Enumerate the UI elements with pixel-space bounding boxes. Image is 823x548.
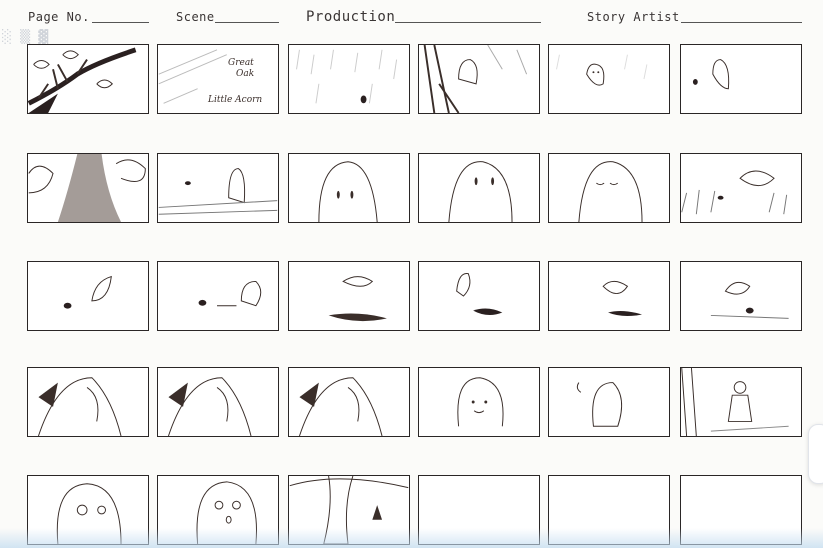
storyboard-panel-15[interactable] <box>288 261 410 331</box>
storyboard-panel-14[interactable] <box>157 261 279 331</box>
storyboard-panel-20[interactable] <box>157 367 279 437</box>
storyboard-panel-2[interactable]: Great Oak Little Acorn <box>157 44 279 114</box>
storyboard-panel-11[interactable] <box>548 153 670 223</box>
leaf-closeup-sketch <box>318 161 378 222</box>
leaf-closeup-sketch-2 <box>448 161 513 222</box>
leaf-ground-sketch <box>158 168 278 215</box>
storyboard-panel-9[interactable] <box>288 153 410 223</box>
storyboard-panel-3[interactable] <box>288 44 410 114</box>
storyboard-panel-1[interactable] <box>27 44 149 114</box>
rain-shelter-sketch-3 <box>298 377 383 436</box>
child-in-rain-sketch <box>681 368 789 436</box>
leaf-covering-acorn-sketch <box>710 281 789 319</box>
page-no-label: Page No. <box>28 10 90 24</box>
side-scroll-tab[interactable] <box>808 424 823 484</box>
rain-shelter-sketch-2 <box>167 377 252 436</box>
storyboard-panel-17[interactable] <box>548 261 670 331</box>
storyboard-panel-4[interactable] <box>418 44 540 114</box>
storyboard-panel-13[interactable] <box>27 261 149 331</box>
leaf-dig-sketch <box>328 276 387 322</box>
story-artist-field[interactable] <box>681 22 802 23</box>
leaf-hole-sketch <box>456 273 503 316</box>
great-oak-trunk-sketch <box>28 154 146 222</box>
storyboard-panel-18[interactable] <box>680 261 802 331</box>
production-label: Production <box>306 9 396 25</box>
leaf-and-acorn-sketch-2 <box>198 280 262 307</box>
leaf-turning-sketch <box>576 382 623 427</box>
storyboard-panel-22[interactable] <box>418 367 540 437</box>
storyboard-panel-7[interactable] <box>27 153 149 223</box>
watermark: ░ ▒ ▓ <box>2 30 51 45</box>
great-text: Great <box>228 58 254 68</box>
rain-shelter-sketch <box>37 377 122 436</box>
leaf-falling-grass-sketch <box>681 170 788 215</box>
storyboard-panel-19[interactable] <box>27 367 149 437</box>
oak-text: Oak <box>236 69 255 79</box>
storyboard-panel-10[interactable] <box>418 153 540 223</box>
storyboard-panel-8[interactable] <box>157 153 279 223</box>
storyboard-panel-5[interactable] <box>548 44 670 114</box>
storyboard-panel-23[interactable] <box>548 367 670 437</box>
leaf-acorn-sketch <box>692 59 730 90</box>
leaf-closed-eyes-sketch <box>578 161 643 222</box>
scene-field[interactable] <box>215 22 279 23</box>
scene-label: Scene <box>176 10 215 24</box>
bottom-cloud-decoration <box>0 528 823 548</box>
storyboard-panel-16[interactable] <box>418 261 540 331</box>
leaf-and-acorn-sketch <box>63 275 112 309</box>
rain-acorn-sketch <box>296 49 398 104</box>
smiling-leaf-sketch <box>457 377 504 427</box>
little-acorn-text: Little Acorn <box>208 95 263 105</box>
tree-trunk-leaf-sketch <box>423 45 528 113</box>
storyboard-panel-12[interactable] <box>680 153 802 223</box>
story-artist-label: Story Artist <box>587 10 680 24</box>
storyboard-panel-24[interactable] <box>680 367 802 437</box>
leaf-lifting-sketch <box>602 280 643 317</box>
oak-branch-sketch <box>28 47 137 113</box>
page-no-field[interactable] <box>92 22 149 23</box>
storyboard-panel-6[interactable] <box>680 44 802 114</box>
production-field[interactable] <box>395 22 541 23</box>
storyboard-panel-21[interactable] <box>288 367 410 437</box>
leaf-character-sketch <box>556 54 648 86</box>
